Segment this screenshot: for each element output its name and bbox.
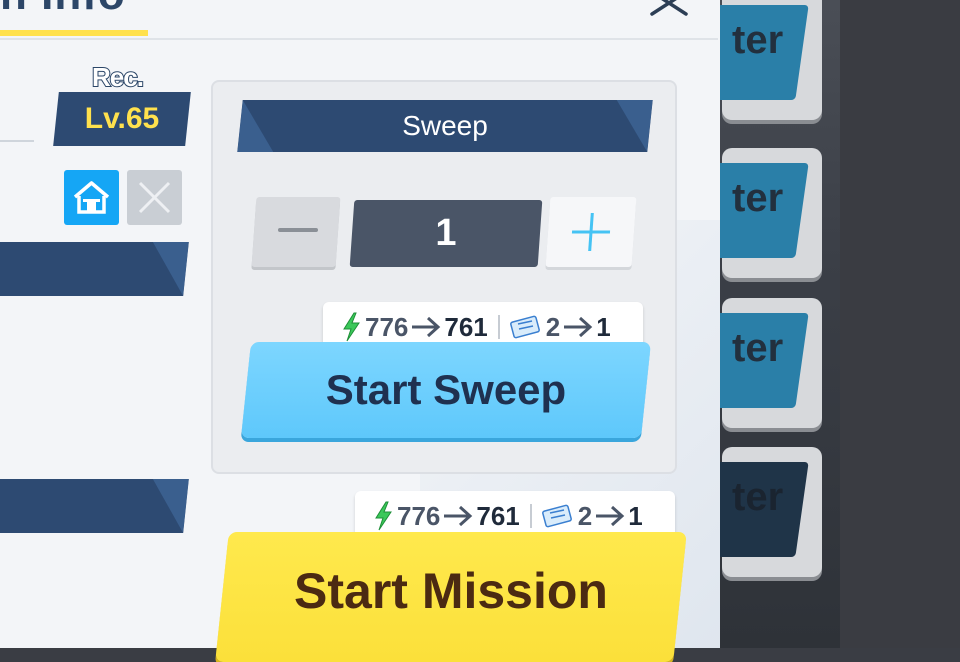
start-mission-label: Start Mission bbox=[294, 563, 608, 619]
x-icon bbox=[138, 181, 171, 214]
side-button-4[interactable]: ter bbox=[695, 447, 822, 577]
sweep-ticket-from: 2 bbox=[545, 311, 561, 342]
side-button-3[interactable]: ter bbox=[695, 298, 822, 428]
side-button-1[interactable]: ter bbox=[695, 0, 822, 120]
side-button-label: ter bbox=[732, 475, 784, 519]
title-underline bbox=[0, 30, 148, 36]
ticket-icon bbox=[541, 504, 572, 528]
panel-title: n Info bbox=[0, 0, 126, 20]
left-section-bar bbox=[0, 479, 189, 533]
plus-icon bbox=[571, 213, 611, 251]
sweep-title: Sweep bbox=[402, 110, 488, 141]
decrease-button[interactable] bbox=[251, 197, 341, 267]
mission-ap-from: 776 bbox=[397, 500, 441, 531]
home-button[interactable] bbox=[64, 170, 119, 225]
recommended-label: Rec. bbox=[91, 61, 145, 93]
side-button-label: ter bbox=[732, 18, 784, 62]
clear-button[interactable] bbox=[127, 170, 182, 225]
left-section-bar bbox=[0, 242, 189, 296]
home-icon bbox=[73, 181, 110, 214]
header-divider bbox=[0, 38, 718, 40]
sweep-ap-to: 761 bbox=[444, 311, 488, 342]
mission-ap-to: 761 bbox=[476, 500, 520, 531]
mission-ticket-to: 1 bbox=[628, 500, 643, 531]
start-sweep-label: Start Sweep bbox=[325, 366, 567, 413]
arrow-right-icon bbox=[596, 505, 625, 527]
arrow-right-icon bbox=[564, 316, 593, 338]
sweep-ap-from: 776 bbox=[365, 311, 409, 342]
arrow-right-icon bbox=[412, 316, 441, 338]
left-divider bbox=[0, 140, 34, 142]
arrow-right-icon bbox=[444, 505, 473, 527]
close-icon[interactable] bbox=[648, 0, 690, 16]
side-button-label: ter bbox=[732, 176, 784, 220]
recommended-level-value: Lv.65 bbox=[84, 102, 160, 135]
ticket-icon bbox=[509, 315, 540, 339]
increase-button[interactable] bbox=[545, 197, 637, 267]
energy-icon bbox=[343, 312, 360, 342]
side-button-2[interactable]: ter bbox=[695, 148, 822, 278]
energy-icon bbox=[375, 501, 392, 531]
mission-ticket-from: 2 bbox=[577, 500, 593, 531]
minus-icon bbox=[278, 228, 318, 232]
sweep-ticket-to: 1 bbox=[596, 311, 611, 342]
side-button-label: ter bbox=[732, 326, 784, 370]
sweep-quantity: 1 bbox=[435, 212, 457, 254]
